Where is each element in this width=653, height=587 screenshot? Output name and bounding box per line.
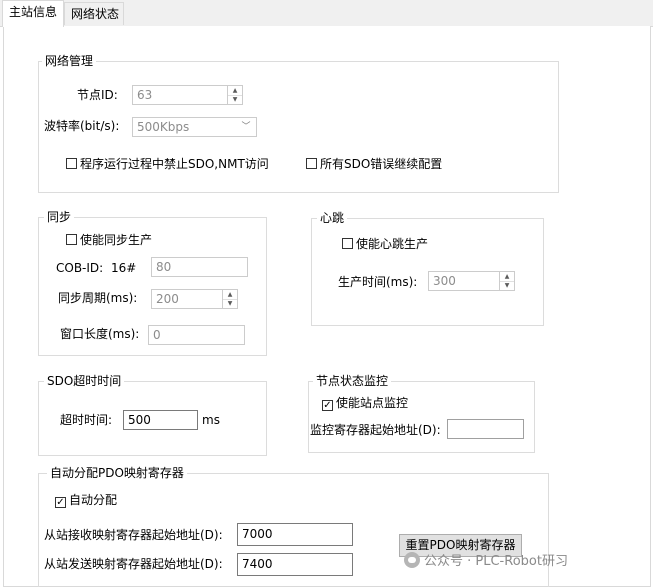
node-monitor-enable-label: 使能站点监控: [336, 396, 409, 410]
heartbeat-time-label: 生产时间(ms):: [338, 275, 418, 289]
network-management-title: 网络管理: [42, 53, 97, 69]
tab-bar: 主站信息 网络状态: [0, 0, 653, 27]
spin-down-icon[interactable]: ▼: [228, 95, 242, 104]
monitor-register-input[interactable]: [447, 419, 524, 439]
heartbeat-enable-label: 使能心跳生产: [356, 237, 429, 251]
sdo-timeout-title: SDO超时时间: [44, 373, 125, 389]
baud-rate-select[interactable]: 500Kbps ﹀: [132, 117, 257, 137]
sdo-error-continue-checkbox[interactable]: 所有SDO错误继续配置: [306, 156, 442, 172]
sdo-timeout-unit: ms: [202, 413, 220, 427]
chevron-down-icon[interactable]: ﹀: [239, 119, 253, 135]
spin-down-icon[interactable]: ▼: [223, 299, 237, 308]
sdo-timeout-input[interactable]: 500: [123, 410, 198, 430]
baud-rate-label: 波特率(bit/s):: [44, 119, 120, 133]
forbid-sdo-label: 程序运行过程中禁止SDO,NMT访问: [80, 157, 269, 171]
checkbox-box[interactable]: [66, 234, 77, 245]
window-length-label: 窗口长度(ms):: [60, 327, 140, 341]
node-id-value: 63: [137, 88, 153, 102]
node-id-stepper[interactable]: 63 ▲ ▼: [132, 85, 243, 105]
sync-period-value: 200: [156, 292, 179, 306]
pdo-title: 自动分配PDO映射寄存器: [47, 465, 187, 481]
checkbox-box[interactable]: [342, 238, 353, 249]
window-length-input[interactable]: 0: [148, 325, 245, 345]
tab-network-status[interactable]: 网络状态: [64, 2, 124, 25]
watermark: 公众号 · PLC-Robot研习: [404, 551, 568, 573]
pdo-auto-checkbox[interactable]: ✓ 自动分配: [55, 492, 117, 508]
window-length-value: 0: [153, 328, 161, 342]
check-icon[interactable]: ✓: [322, 400, 333, 411]
heartbeat-title: 心跳: [317, 210, 348, 226]
sync-title: 同步: [44, 209, 75, 225]
tx-register-input[interactable]: 7400: [237, 553, 353, 576]
sync-period-stepper[interactable]: 200 ▲ ▼: [151, 289, 238, 309]
reset-pdo-label: 重置PDO映射寄存器: [405, 538, 516, 552]
wechat-icon: [404, 552, 420, 568]
heartbeat-time-stepper[interactable]: 300 ▲ ▼: [428, 271, 515, 291]
cob-id-value: 80: [156, 260, 172, 274]
node-id-label: 节点ID:: [77, 88, 118, 102]
spin-down-icon[interactable]: ▼: [500, 281, 514, 290]
tab-label: 网络状态: [71, 7, 120, 21]
tx-register-label: 从站发送映射寄存器起始地址(D):: [44, 557, 223, 571]
tab-master-info[interactable]: 主站信息: [2, 0, 64, 27]
rx-register-label: 从站接收映射寄存器起始地址(D):: [44, 528, 223, 542]
heartbeat-enable-checkbox[interactable]: 使能心跳生产: [342, 236, 428, 252]
cob-id-prefix: 16#: [111, 261, 137, 275]
baud-rate-value: 500Kbps: [137, 120, 190, 134]
sdo-timeout-value: 500: [128, 413, 151, 427]
checkbox-box[interactable]: [66, 158, 77, 169]
check-icon[interactable]: ✓: [55, 497, 66, 508]
tx-register-value: 7400: [242, 557, 273, 571]
node-monitor-group: [308, 381, 535, 453]
checkbox-box[interactable]: [306, 158, 317, 169]
sync-enable-checkbox[interactable]: 使能同步生产: [66, 232, 152, 248]
node-monitor-enable-checkbox[interactable]: ✓ 使能站点监控: [322, 395, 408, 411]
node-monitor-title: 节点状态监控: [313, 373, 392, 389]
sdo-timeout-label: 超时时间:: [60, 413, 113, 427]
sync-period-spinner[interactable]: ▲ ▼: [222, 290, 237, 308]
monitor-register-label: 监控寄存器起始地址(D):: [310, 423, 441, 437]
sync-period-label: 同步周期(ms):: [58, 291, 138, 305]
forbid-sdo-checkbox[interactable]: 程序运行过程中禁止SDO,NMT访问: [66, 156, 269, 172]
sdo-error-continue-label: 所有SDO错误继续配置: [320, 157, 443, 171]
rx-register-value: 7000: [242, 527, 273, 541]
cob-id-label: COB-ID:: [56, 261, 104, 275]
tab-label: 主站信息: [9, 5, 58, 19]
watermark-text: 公众号 · PLC-Robot研习: [424, 554, 568, 569]
heartbeat-time-value: 300: [433, 274, 456, 288]
pdo-auto-label: 自动分配: [69, 493, 118, 507]
node-id-spinner[interactable]: ▲ ▼: [227, 86, 242, 104]
cob-id-input[interactable]: 80: [151, 257, 248, 277]
sync-enable-label: 使能同步生产: [80, 233, 153, 247]
heartbeat-time-spinner[interactable]: ▲ ▼: [499, 272, 514, 290]
rx-register-input[interactable]: 7000: [237, 523, 353, 546]
